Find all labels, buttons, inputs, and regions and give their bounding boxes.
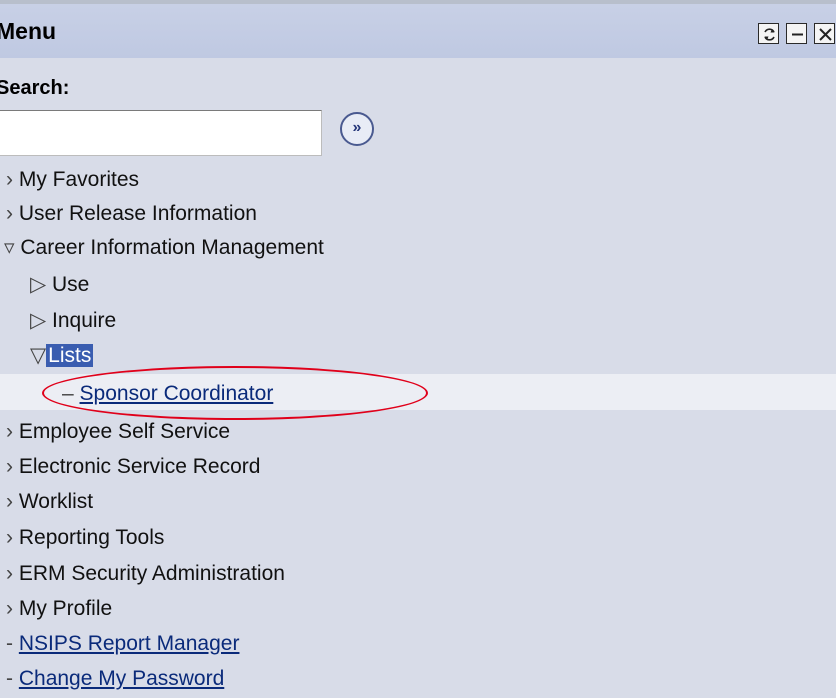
menu-item-lists[interactable]: ▽Lists [30,341,94,371]
menu-header: Menu [0,0,836,58]
menu-item-use[interactable]: ▷ Use [30,270,89,300]
menu-item-erm-security-administration[interactable]: › ERM Security Administration [6,559,285,589]
collapse-triangle-icon: ▽ [30,344,47,367]
search-go-button[interactable]: » [340,112,374,146]
expand-arrow-icon: › [6,490,13,513]
menu-item-my-favorites[interactable]: › My Favorites [6,165,139,195]
collapse-arrow-icon: ▿ [4,236,15,259]
menu-item-reporting-tools[interactable]: › Reporting Tools [6,523,164,553]
menu-item-electronic-service-record[interactable]: › Electronic Service Record [6,452,260,482]
refresh-icon [764,28,775,41]
expand-triangle-icon: ▷ [30,309,47,332]
minimize-button[interactable] [786,23,807,44]
menu-item-career-information-management[interactable]: ▿ Career Information Management [4,233,324,263]
menu-item-my-profile[interactable]: › My Profile [6,594,112,624]
close-button[interactable] [814,23,835,44]
search-input[interactable] [0,110,322,156]
menu-item-employee-self-service[interactable]: › Employee Self Service [6,417,230,447]
double-chevron-right-icon: » [352,119,362,136]
expand-arrow-icon: › [6,526,13,549]
expand-arrow-icon: › [6,562,13,585]
menu-link-change-my-password[interactable]: - Change My Password [6,664,224,694]
refresh-button[interactable] [758,23,779,44]
close-icon [819,28,832,41]
leaf-dash-icon: - [6,632,13,655]
menu-link-nsips-report-manager[interactable]: - NSIPS Report Manager [6,629,239,659]
search-label: Search: [0,77,70,99]
menu-item-worklist[interactable]: › Worklist [6,487,93,517]
leaf-dash-icon: – [62,382,74,405]
menu-item-inquire[interactable]: ▷ Inquire [30,306,116,336]
expand-arrow-icon: › [6,202,13,225]
minimize-icon [792,33,803,36]
expand-arrow-icon: › [6,597,13,620]
expand-arrow-icon: › [6,168,13,191]
expand-triangle-icon: ▷ [30,273,47,296]
leaf-dash-icon: - [6,667,13,690]
menu-item-user-release-information[interactable]: › User Release Information [6,199,257,229]
expand-arrow-icon: › [6,420,13,443]
expand-arrow-icon: › [6,455,13,478]
menu-link-sponsor-coordinator[interactable]: – Sponsor Coordinator [62,379,273,409]
menu-title: Menu [0,18,57,44]
